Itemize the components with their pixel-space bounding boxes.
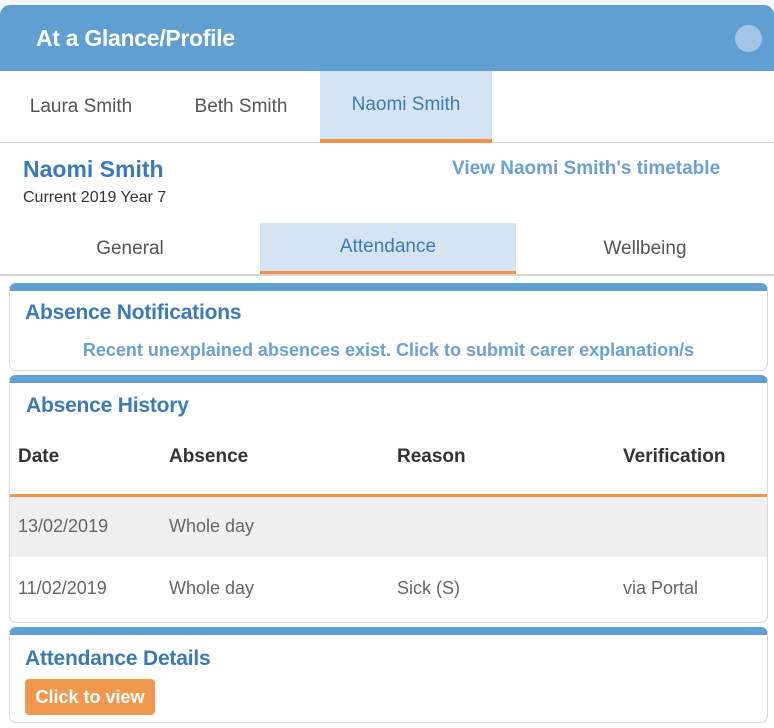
absence-history-card: Absence History Date Absence Reason Veri…: [9, 375, 768, 623]
attendance-details-title: Attendance Details: [25, 647, 211, 670]
absence-notifications-card: Absence Notifications Recent unexplained…: [9, 283, 768, 371]
cell-date: 11/02/2019: [18, 577, 107, 598]
cell-reason: [397, 495, 623, 557]
tab-beth-smith[interactable]: Beth Smith: [162, 71, 320, 143]
cell-absence: Whole day: [169, 577, 255, 598]
tab-laura-smith[interactable]: Laura Smith: [0, 71, 162, 143]
click-to-view-button[interactable]: Click to view: [25, 679, 155, 715]
view-tabs: General Attendance Wellbeing: [0, 223, 774, 276]
cell-verification: via Portal: [623, 577, 699, 598]
absence-history-table: Date Absence Reason Verification 13/02/2…: [10, 435, 767, 619]
view-timetable-link[interactable]: View Naomi Smith's timetable: [452, 158, 720, 180]
absence-notifications-title: Absence Notifications: [25, 301, 242, 324]
cell-date: 13/02/2019: [10, 495, 169, 557]
student-enrolment: Current 2019 Year 7: [23, 189, 167, 206]
column-header-date: Date: [10, 435, 169, 497]
panel-header: At a Glance/Profile: [0, 5, 774, 71]
tab-naomi-smith[interactable]: Naomi Smith: [320, 71, 492, 143]
column-header-reason: Reason: [397, 435, 623, 497]
cell-verification: [623, 495, 767, 557]
attendance-details-card: Attendance Details Click to view: [9, 627, 768, 723]
tab-wellbeing[interactable]: Wellbeing: [516, 223, 774, 274]
column-header-absence: Absence: [169, 435, 397, 497]
tab-general[interactable]: General: [0, 223, 260, 274]
tab-attendance[interactable]: Attendance: [260, 223, 516, 274]
table-row[interactable]: 13/02/2019 Whole day: [10, 495, 767, 557]
submit-explanation-link[interactable]: Recent unexplained absences exist. Click…: [10, 340, 767, 361]
student-profile: Naomi Smith Current 2019 Year 7 View Nao…: [0, 143, 774, 223]
absence-history-title: Absence History: [26, 394, 189, 417]
table-row[interactable]: 11/02/2019 Whole day Sick (S) via Portal: [10, 557, 767, 619]
student-tabs: Laura Smith Beth Smith Naomi Smith: [0, 71, 774, 143]
circle-dot-icon[interactable]: [735, 25, 762, 52]
panel-title: At a Glance/Profile: [36, 24, 235, 51]
student-name: Naomi Smith: [23, 156, 164, 182]
cell-reason: Sick (S): [397, 577, 460, 598]
column-header-verification: Verification: [623, 435, 767, 497]
cell-absence: Whole day: [169, 495, 397, 557]
table-header-row: Date Absence Reason Verification: [10, 435, 767, 497]
